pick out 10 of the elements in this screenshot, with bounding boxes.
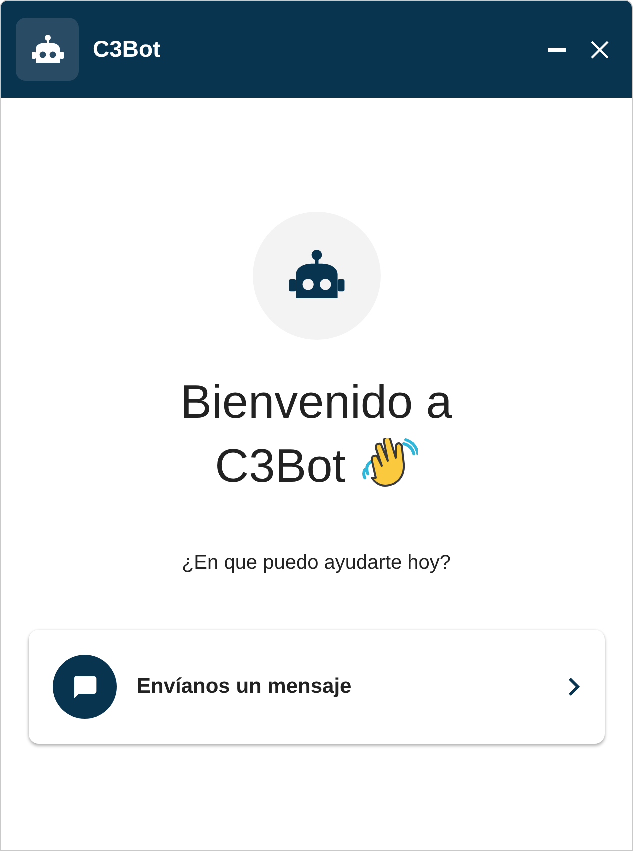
card-label: Envíanos un mensaje bbox=[137, 674, 353, 700]
robot-icon bbox=[30, 34, 64, 64]
chevron-right-icon bbox=[567, 677, 581, 697]
window-title: C3Bot bbox=[93, 35, 161, 64]
minimize-icon bbox=[548, 48, 566, 52]
close-icon bbox=[590, 40, 610, 60]
welcome-heading: Bienvenido a bbox=[180, 375, 452, 428]
message-card[interactable]: Envíanos un mensaje bbox=[29, 630, 605, 744]
subtitle-text: ¿En que puedo ayudarte hoy? bbox=[180, 551, 452, 576]
welcome-heading: C3Bot bbox=[215, 438, 346, 494]
